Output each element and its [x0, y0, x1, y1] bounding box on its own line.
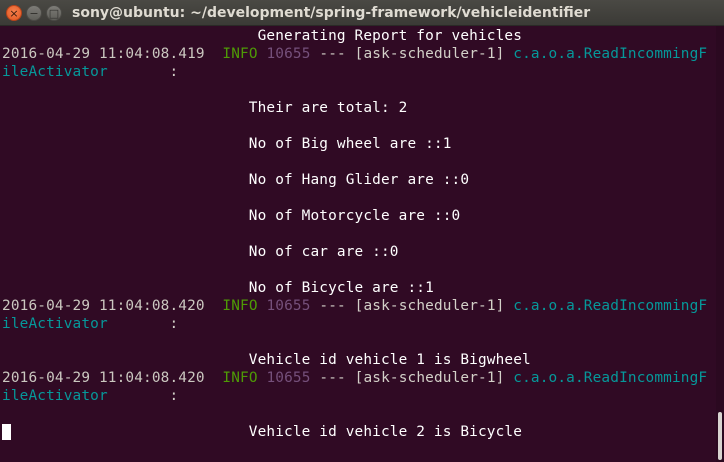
log-line-wrap: ileActivator : [2, 315, 716, 333]
report-motorcycle: No of Motorcycle are ::0 [2, 208, 461, 224]
scrollbar-thumb[interactable] [718, 412, 722, 460]
log-pid: 10655 [266, 370, 311, 386]
log-logger-cont: ileActivator [2, 64, 108, 80]
report-bicycle: No of Bicycle are ::1 [2, 280, 434, 296]
log-thread: --- [ask-scheduler-1] [319, 370, 505, 386]
log-line: 2016-04-29 11:04:08.420 INFO 10655 --- [… [2, 297, 716, 315]
log-logger: c.a.o.a.ReadIncommingF [513, 370, 708, 386]
log-logger-cont: ileActivator [2, 316, 108, 332]
terminal-output[interactable]: Generating Report for vehicles 2016-04-2… [0, 26, 716, 462]
report-hang-glider: No of Hang Glider are ::0 [2, 172, 470, 188]
vehicle-line-2: Vehicle id vehicle 2 is Bicycle [2, 424, 523, 440]
scrollbar[interactable] [716, 26, 724, 462]
window-title: sony@ubuntu: ~/development/spring-framew… [72, 5, 591, 21]
report-total: Their are total: 2 [2, 100, 408, 116]
log-logger: c.a.o.a.ReadIncommingF [513, 298, 708, 314]
log-thread: --- [ask-scheduler-1] [319, 46, 505, 62]
log-thread: --- [ask-scheduler-1] [319, 298, 505, 314]
log-logger-cont: ileActivator [2, 388, 108, 404]
log-timestamp: 2016-04-29 11:04:08.420 [2, 370, 205, 386]
title-bar[interactable]: × − □ sony@ubuntu: ~/development/spring-… [0, 0, 724, 26]
log-timestamp: 2016-04-29 11:04:08.420 [2, 298, 205, 314]
log-level: INFO [222, 46, 258, 62]
log-level: INFO [222, 370, 258, 386]
log-line-wrap: ileActivator : [2, 387, 716, 405]
report-big-wheel: No of Big wheel are ::1 [2, 136, 452, 152]
minimize-icon[interactable]: − [26, 5, 42, 21]
log-line: 2016-04-29 11:04:08.420 INFO 10655 --- [… [2, 369, 716, 387]
log-colon: : [107, 316, 179, 332]
log-level: INFO [222, 298, 258, 314]
close-icon[interactable]: × [6, 5, 22, 21]
terminal-window: × − □ sony@ubuntu: ~/development/spring-… [0, 0, 724, 462]
report-car: No of car are ::0 [2, 244, 399, 260]
log-logger: c.a.o.a.ReadIncommingF [513, 46, 708, 62]
log-line: 2016-04-29 11:04:08.419 INFO 10655 --- [… [2, 45, 716, 63]
report-header: Generating Report for vehicles [2, 28, 523, 44]
maximize-icon[interactable]: □ [46, 5, 62, 21]
log-colon: : [107, 64, 179, 80]
log-pid: 10655 [266, 46, 311, 62]
vehicle-line-1: Vehicle id vehicle 1 is Bigwheel [2, 352, 531, 368]
log-timestamp: 2016-04-29 11:04:08.419 [2, 46, 205, 62]
log-colon: : [107, 388, 179, 404]
log-line-wrap: ileActivator : [2, 63, 716, 81]
log-pid: 10655 [266, 298, 311, 314]
